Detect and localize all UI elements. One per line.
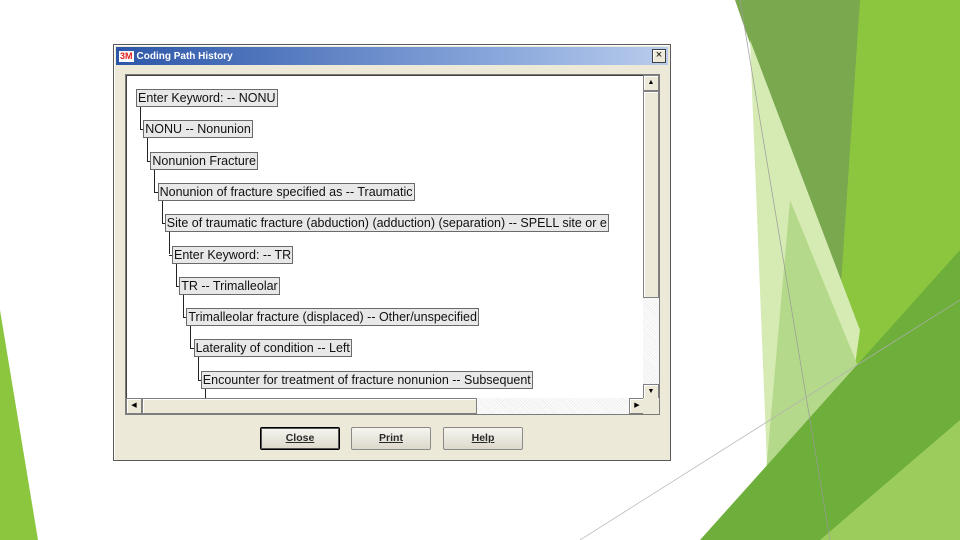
tree-node[interactable]: NONU -- Nonunion [143,120,253,139]
title-bar[interactable]: 3M Coding Path History × [116,47,668,65]
tree-connector [147,138,149,161]
vertical-scrollbar[interactable]: ▲ ▼ [643,75,659,400]
tree-connector [154,169,156,192]
close-button[interactable]: Close [260,427,340,450]
3m-logo: 3M [119,50,134,62]
tree-connector [197,357,199,380]
tree-node[interactable]: Encounter for treatment of fracture nonu… [200,370,533,389]
coding-path-history-dialog: 3M Coding Path History × Enter Keyword: … [113,44,671,461]
tree-node[interactable]: Trimalleolar fracture (displaced) -- Oth… [186,308,479,327]
tree-node[interactable]: TR -- Trimalleolar [179,276,280,295]
scrollbar-corner [643,398,659,414]
vertical-scroll-thumb[interactable] [643,91,659,298]
tree-connector [161,200,163,224]
tree-node[interactable]: Site of traumatic fracture (abduction) (… [164,214,609,233]
coding-path-tree-panel: Enter Keyword: -- NONU NONU -- Nonunion No… [125,74,660,415]
window-close-button[interactable]: × [652,49,666,63]
help-button[interactable]: Help [443,427,523,450]
scroll-up-button[interactable]: ▲ [643,75,659,91]
green-shape-left [0,310,38,540]
horizontal-scrollbar[interactable]: ◀ ▶ [126,398,645,414]
tree-connector [168,232,170,255]
coding-path-tree: Enter Keyword: -- NONU NONU -- Nonunion No… [126,75,645,400]
tree-connector [176,263,177,286]
close-button-label: Close [285,432,315,444]
window-title: Coding Path History [136,50,233,62]
tree-node[interactable]: Laterality of condition -- Left [193,339,352,358]
print-button[interactable]: Print [351,427,431,450]
tree-node[interactable]: Nonunion of fracture specified as -- Tra… [157,182,415,201]
scroll-left-button[interactable]: ◀ [126,398,142,414]
horizontal-scroll-thumb[interactable] [142,398,477,414]
tree-connector [183,294,185,318]
tree-connector [140,107,141,130]
print-button-label: Print [379,432,403,444]
tree-node[interactable]: Nonunion Fracture [150,151,258,170]
tree-connector [190,326,192,349]
help-button-label: Help [471,432,495,444]
tree-node[interactable]: Enter Keyword: -- NONU [136,89,278,107]
tree-node[interactable]: Enter Keyword: -- TR [172,245,294,264]
